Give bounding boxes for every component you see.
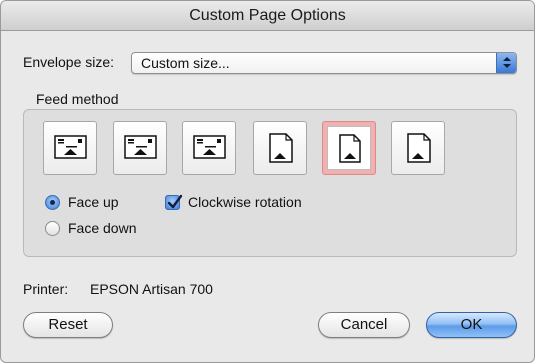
cancel-button[interactable]: Cancel: [318, 312, 410, 338]
face-up-radio[interactable]: [45, 195, 60, 210]
reset-button[interactable]: Reset: [23, 312, 113, 338]
envelope-landscape-feed-icon: [54, 135, 87, 159]
ok-button[interactable]: OK: [426, 312, 517, 338]
custom-page-options-dialog: Custom Page Options Envelope size: Custo…: [0, 0, 535, 363]
envelope-portrait-feed-icon: [339, 134, 361, 163]
envelope-landscape-feed-icon: [124, 135, 157, 159]
printer-name: EPSON Artisan 700: [90, 281, 213, 297]
face-up-label: Face up: [68, 194, 119, 210]
feed-option-6[interactable]: [391, 121, 445, 175]
envelope-landscape-feed-icon: [193, 135, 226, 159]
feed-method-label: Feed method: [36, 91, 119, 107]
window-title: Custom Page Options: [1, 1, 534, 31]
feed-option-1[interactable]: [43, 121, 97, 175]
envelope-size-value: Custom size...: [141, 55, 230, 71]
clockwise-rotation-checkbox[interactable]: [165, 194, 183, 210]
feed-option-2[interactable]: [113, 121, 167, 175]
clockwise-rotation-label: Clockwise rotation: [188, 194, 302, 210]
feed-option-5[interactable]: [322, 121, 376, 175]
feed-option-3[interactable]: [182, 121, 236, 175]
checkmark-icon: [167, 194, 183, 209]
feed-option-4[interactable]: [253, 121, 307, 175]
face-down-label: Face down: [68, 220, 137, 236]
envelope-portrait-feed-icon: [407, 133, 431, 163]
envelope-portrait-feed-icon: [269, 133, 293, 163]
face-down-radio[interactable]: [45, 221, 60, 236]
popup-arrows-icon: [496, 53, 516, 73]
printer-label: Printer:: [23, 281, 69, 297]
envelope-size-popup[interactable]: Custom size...: [131, 52, 517, 74]
envelope-size-label: Envelope size:: [23, 54, 115, 70]
